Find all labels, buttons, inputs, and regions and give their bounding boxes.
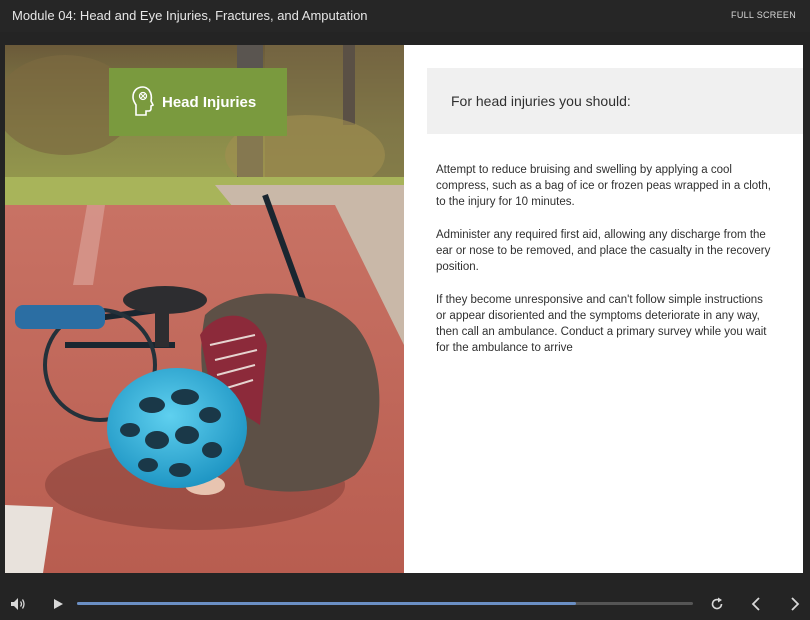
instruction-paragraph: Attempt to reduce bruising and swelling … <box>436 164 771 208</box>
module-title: Module 04: Head and Eye Injuries, Fractu… <box>12 8 368 23</box>
head-injuries-badge: Head Injuries <box>109 68 287 136</box>
instruction-paragraph: If they become unresponsive and can't fo… <box>436 294 767 354</box>
slide-photo: Head Injuries <box>5 45 404 573</box>
volume-icon[interactable] <box>10 597 26 611</box>
progress-fill <box>77 602 576 605</box>
panel-title: For head injuries you should: <box>451 93 631 109</box>
fullscreen-button[interactable]: FULL SCREEN <box>731 10 796 20</box>
slide-stage: Head Injuries For head injuries you shou… <box>5 45 803 573</box>
top-bar: Module 04: Head and Eye Injuries, Fractu… <box>0 0 810 32</box>
play-icon[interactable] <box>52 598 64 610</box>
player-controls <box>0 590 810 620</box>
instruction-paragraph: Administer any required first aid, allow… <box>436 229 771 273</box>
instruction-list: Attempt to reduce bruising and swelling … <box>436 162 776 373</box>
replay-icon[interactable] <box>710 597 724 611</box>
panel-header: For head injuries you should: <box>427 68 803 134</box>
next-icon[interactable] <box>789 597 801 611</box>
head-icon <box>132 86 155 116</box>
badge-label: Head Injuries <box>162 94 257 111</box>
previous-icon[interactable] <box>750 597 762 611</box>
progress-bar[interactable] <box>77 602 693 605</box>
